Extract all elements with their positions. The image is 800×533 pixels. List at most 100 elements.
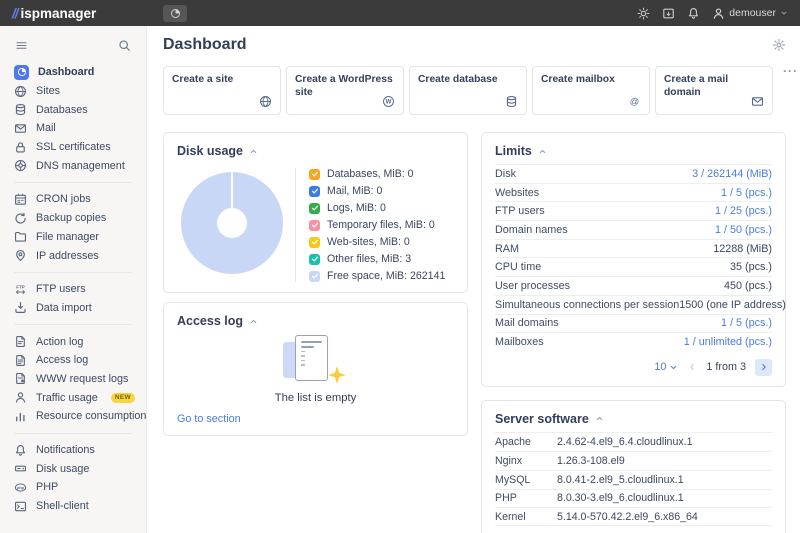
card-label: Create database (418, 74, 518, 87)
sidebar-item-file-manager[interactable]: File manager (0, 228, 146, 247)
legend-item-mail[interactable]: Mail, MiB: 0 (309, 185, 454, 197)
sidebar-item-action-log[interactable]: Action log (0, 332, 146, 351)
sidebar-item-label: WWW request logs (36, 373, 128, 385)
sidebar-item-disk-usage[interactable]: Disk usage (0, 459, 146, 478)
sidebar-item-label: PHP (36, 481, 58, 493)
search-icon[interactable] (118, 39, 131, 52)
sidebar-item-label: Databases (36, 104, 88, 116)
limit-row-mail-domains: Mail domains 1 / 5 (pcs.) (495, 314, 772, 333)
legend-item-free-space[interactable]: Free space, MiB: 262141 (309, 270, 454, 282)
gear-icon[interactable] (772, 38, 786, 52)
limit-label: Mail domains (495, 317, 559, 329)
sidebar-item-resource-consumption[interactable]: Resource consumption (0, 407, 146, 426)
software-row-php: PHP8.0.30-3.el9_6.cloudlinux.1 (495, 489, 772, 508)
limit-row-cpu-time: CPU time35 (pcs.) (495, 257, 772, 276)
create-mail-domain-card[interactable]: Create a mail domain (655, 66, 773, 115)
empty-list-illustration (283, 335, 349, 385)
legend-item-logs[interactable]: Logs, MiB: 0 (309, 202, 454, 214)
next-page-button[interactable] (755, 359, 772, 376)
limit-row-ftp-users: FTP users1 / 25 (pcs.) (495, 201, 772, 220)
chevron-up-icon[interactable] (538, 147, 547, 156)
svg-text:W: W (386, 99, 392, 106)
sidebar-item-traffic-usage[interactable]: Traffic usageNEW (0, 388, 146, 407)
sidebar-divider (14, 433, 132, 434)
hamburger-menu-icon[interactable] (15, 39, 28, 52)
go-to-section-link[interactable]: Go to section (177, 413, 241, 425)
at-icon: @ (628, 95, 641, 108)
person-icon (14, 391, 27, 404)
sidebar-item-access-log[interactable]: Access log (0, 351, 146, 370)
user-icon (712, 7, 725, 20)
create-site-card[interactable]: Create a site (163, 66, 281, 115)
bell-icon[interactable] (687, 7, 700, 20)
sidebar-item-databases[interactable]: Databases (0, 100, 146, 119)
page-size-value: 10 (654, 361, 666, 373)
prev-page-button[interactable] (687, 362, 697, 372)
chevron-down-icon (669, 363, 678, 372)
limit-value-link[interactable]: 3 / 262144 (MiB) (692, 168, 772, 180)
limit-value: 450 (pcs.) (724, 280, 772, 292)
globe-icon (14, 85, 27, 98)
open-window-icon[interactable] (662, 7, 675, 20)
mail-icon (751, 95, 764, 108)
ftp-icon: FTP (14, 283, 27, 296)
checkbox-icon (309, 203, 320, 214)
software-row-apache: Apache2.4.62-4.el9_6.4.cloudlinux.1 (495, 432, 772, 451)
software-name: Apache (495, 436, 557, 448)
terminal-icon (14, 500, 27, 513)
user-menu[interactable]: demouser (712, 7, 788, 20)
create-wordpress-site-card[interactable]: Create a WordPress siteW (286, 66, 404, 115)
sidebar-item-label: SSL certificates (36, 141, 111, 153)
sidebar-item-cron-jobs[interactable]: CRON jobs (0, 190, 146, 209)
topbar-tab-dashboard[interactable] (163, 5, 187, 22)
limits-panel: Limits Disk3 / 262144 (MiB) Websites1 / … (481, 132, 786, 387)
limit-row-websites: Websites1 / 5 (pcs.) (495, 183, 772, 202)
limit-value: 12288 (MiB) (713, 243, 772, 255)
card-label: Create a mail domain (664, 74, 764, 100)
sidebar-item-label: Dashboard (38, 66, 94, 78)
sidebar-item-ssl-certificates[interactable]: SSL certificates (0, 138, 146, 157)
legend-item-temporary-files[interactable]: Temporary files, MiB: 0 (309, 219, 454, 231)
sidebar-item-ip-addresses[interactable]: IP addresses (0, 246, 146, 265)
limit-value-link[interactable]: 1 / 25 (pcs.) (715, 205, 772, 217)
theme-toggle-icon[interactable] (637, 7, 650, 20)
legend-item-web-sites[interactable]: Web-sites, MiB: 0 (309, 236, 454, 248)
limit-value-link[interactable]: 1 / 5 (pcs.) (721, 317, 772, 329)
more-cards-button[interactable]: ··· (783, 66, 798, 76)
folder-icon (14, 230, 27, 243)
sidebar-item-www-request-logs[interactable]: WWW request logs (0, 370, 146, 389)
create-mailbox-card[interactable]: Create mailbox@ (532, 66, 650, 115)
chevron-up-icon[interactable] (249, 317, 258, 326)
sidebar-item-data-import[interactable]: Data import (0, 299, 146, 318)
checkbox-icon (309, 220, 320, 231)
sidebar-divider (14, 182, 132, 183)
limit-value-link[interactable]: 1 / 50 (pcs.) (715, 224, 772, 236)
chevron-up-icon[interactable] (595, 414, 604, 423)
limit-label: Mailboxes (495, 336, 544, 348)
create-database-card[interactable]: Create database (409, 66, 527, 115)
sidebar-item-dns-management[interactable]: DNS management (0, 156, 146, 175)
limit-value-link[interactable]: 1 / 5 (pcs.) (721, 187, 772, 199)
checkbox-icon (309, 237, 320, 248)
sidebar-item-shell-client[interactable]: Shell-client (0, 497, 146, 516)
sidebar-item-sites[interactable]: Sites (0, 82, 146, 101)
sidebar-item-ftp-users[interactable]: FTPFTP users (0, 280, 146, 299)
legend-item-databases[interactable]: Databases, MiB: 0 (309, 168, 454, 180)
chevron-up-icon[interactable] (249, 147, 258, 156)
database-icon (14, 103, 27, 116)
page-size-select[interactable]: 10 (654, 361, 678, 373)
sidebar-item-php[interactable]: phpPHP (0, 478, 146, 497)
software-row-mysql: MySQL8.0.41-2.el9_5.cloudlinux.1 (495, 470, 772, 489)
mail-icon (14, 122, 27, 135)
limit-row-user-processes: User processes450 (pcs.) (495, 276, 772, 295)
sidebar-item-label: Access log (36, 354, 88, 366)
sidebar-item-backup-copies[interactable]: Backup copies (0, 209, 146, 228)
document-edit-icon (14, 335, 27, 348)
limit-value-link[interactable]: 1 / unlimited (pcs.) (684, 336, 772, 348)
legend-item-other-files[interactable]: Other files, MiB: 3 (309, 253, 454, 265)
sidebar-item-mail[interactable]: Mail (0, 119, 146, 138)
sidebar-item-dashboard[interactable]: Dashboard (0, 63, 146, 82)
page-position: 1 from 3 (706, 361, 746, 373)
sidebar-item-notifications[interactable]: Notifications (0, 441, 146, 460)
sidebar-item-label: Backup copies (36, 212, 106, 224)
